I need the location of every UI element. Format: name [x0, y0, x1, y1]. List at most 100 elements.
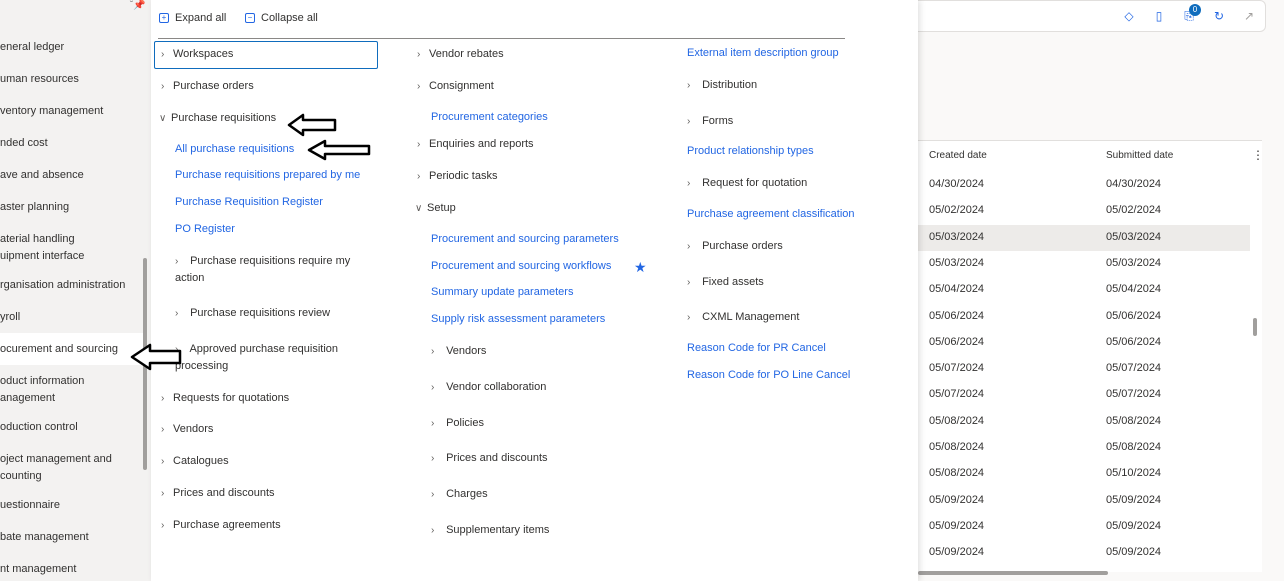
table-row[interactable]: 05/08/2024 05/08/2024	[918, 435, 1250, 461]
menu-link-procurement-parameters[interactable]: Procurement and sourcing parameters	[431, 231, 619, 248]
menu-link-agreement-classification[interactable]: Purchase agreement classification	[687, 206, 855, 223]
table-row[interactable]: 04/30/2024 04/30/2024	[918, 172, 1250, 198]
menu-label: Enquiries and reports	[429, 138, 534, 150]
menu-group-purchase-orders[interactable]: › Purchase orders	[161, 78, 254, 95]
table-row[interactable]: 05/08/2024 05/10/2024	[918, 461, 1250, 487]
menu-group-supplementary-items[interactable]: › Supplementary items	[431, 522, 549, 539]
menu-group-prices-discounts[interactable]: › Prices and discounts	[161, 485, 275, 502]
nav-item-inventory-management[interactable]: ventory management	[0, 103, 140, 120]
table-row[interactable]: 05/03/2024 05/03/2024	[918, 224, 1250, 251]
table-row[interactable]: 05/02/2024 05/02/2024	[918, 198, 1250, 224]
diamond-icon[interactable]: ◇	[1122, 9, 1136, 23]
menu-link-po-register[interactable]: PO Register	[175, 221, 235, 238]
menu-label: Setup	[427, 202, 456, 214]
menu-link-external-item-description[interactable]: External item description group	[687, 45, 839, 62]
menu-group-request-for-quotation[interactable]: › Request for quotation	[687, 175, 807, 192]
collapse-all-label: Collapse all	[261, 12, 318, 24]
menu-link-procurement-workflows[interactable]: Procurement and sourcing workflows	[431, 258, 611, 275]
nav-item-leave-and-absence[interactable]: ave and absence	[0, 167, 140, 184]
nav-item-material-handling[interactable]: aterial handling uipment interface	[0, 231, 140, 265]
menu-group-setup-prices-discounts[interactable]: › Prices and discounts	[431, 450, 548, 467]
menu-link-reason-po-line-cancel[interactable]: Reason Code for PO Line Cancel	[687, 367, 850, 384]
book-icon[interactable]: ▯	[1152, 9, 1166, 23]
open-new-icon[interactable]: ↗	[1242, 9, 1256, 23]
menu-group-charges[interactable]: › Charges	[431, 486, 488, 503]
menu-group-vendor-collaboration[interactable]: › Vendor collaboration	[431, 379, 546, 396]
menu-group-vendor-rebates[interactable]: › Vendor rebates	[417, 46, 504, 63]
submitted-date-cell: 05/07/2024	[1106, 388, 1162, 401]
menu-link-procurement-categories[interactable]: Procurement categories	[431, 109, 548, 126]
table-row[interactable]: 05/07/2024 05/07/2024	[918, 382, 1250, 408]
menu-group-vendors[interactable]: › Vendors	[161, 421, 213, 438]
table-row[interactable]: 05/08/2024 05/08/2024	[918, 409, 1250, 435]
menu-group-workspaces[interactable]: › Workspaces	[161, 46, 233, 63]
created-date-cell: 05/07/2024	[929, 362, 985, 375]
menu-group-purchase-requisitions[interactable]: ∨ Purchase requisitions	[159, 110, 276, 127]
submitted-date-cell: 05/10/2024	[1106, 467, 1162, 480]
nav-item-general-ledger[interactable]: eneral ledger	[0, 39, 140, 56]
grid-vertical-scrollbar[interactable]	[1253, 318, 1257, 336]
table-row[interactable]: 05/09/2024 05/09/2024	[918, 514, 1250, 540]
menu-group-policies[interactable]: › Policies	[431, 415, 484, 432]
menu-label: Policies	[446, 417, 484, 429]
expand-all-button[interactable]: + Expand all	[159, 12, 226, 24]
nav-item-human-resources[interactable]: uman resources	[0, 71, 140, 88]
nav-item-payroll[interactable]: yroll	[0, 309, 140, 326]
menu-group-rfq[interactable]: › Requests for quotations	[161, 390, 289, 407]
menu-link-requisition-register[interactable]: Purchase Requisition Register	[175, 194, 323, 211]
nav-item-rent-management[interactable]: nt management	[0, 561, 140, 578]
menu-group-fixed-assets[interactable]: › Fixed assets	[687, 274, 764, 291]
menu-group-periodic-tasks[interactable]: › Periodic tasks	[417, 168, 497, 185]
created-date-cell: 05/03/2024	[929, 256, 985, 269]
menu-link-prepared-by-me[interactable]: Purchase requisitions prepared by me	[175, 167, 360, 184]
collapse-all-button[interactable]: − Collapse all	[245, 12, 318, 24]
more-options-icon[interactable]: ⋮	[1252, 148, 1264, 162]
created-date-cell: 05/06/2024	[929, 335, 985, 348]
table-row[interactable]: 05/07/2024 05/07/2024	[918, 356, 1250, 382]
menu-group-catalogues[interactable]: › Catalogues	[161, 453, 229, 470]
chevron-right-icon: ›	[161, 81, 165, 92]
menu-group-consignment[interactable]: › Consignment	[417, 78, 494, 95]
favorite-star-icon[interactable]: ★	[634, 259, 647, 276]
column-header-created-date[interactable]: Created date	[929, 150, 987, 161]
menu-group-approved-processing[interactable]: › Approved purchase requisition processi…	[175, 341, 365, 375]
menu-group-distribution[interactable]: › Distribution	[687, 77, 757, 94]
column-header-submitted-date[interactable]: Submitted date	[1106, 150, 1173, 161]
menu-group-requisitions-review[interactable]: › Purchase requisitions review	[175, 305, 330, 322]
menu-group-require-my-action[interactable]: › Purchase requisitions require my actio…	[175, 253, 365, 287]
menu-group-enquiries-reports[interactable]: › Enquiries and reports	[417, 136, 534, 153]
nav-item-project-management[interactable]: oject management and counting	[0, 451, 140, 485]
menu-link-reason-pr-cancel[interactable]: Reason Code for PR Cancel	[687, 340, 826, 357]
chevron-right-icon: ›	[431, 382, 435, 393]
menu-group-setup[interactable]: ∨ Setup	[415, 200, 456, 217]
nav-item-rebate-management[interactable]: bate management	[0, 529, 140, 546]
menu-group-cxml-management[interactable]: › CXML Management	[687, 309, 799, 326]
table-row[interactable]: 05/04/2024 05/04/2024	[918, 277, 1250, 303]
submitted-date-cell: 04/30/2024	[1106, 178, 1162, 190]
table-row[interactable]: 05/06/2024 05/06/2024	[918, 330, 1250, 356]
nav-item-production-control[interactable]: oduction control	[0, 419, 140, 436]
menu-link-summary-update-parameters[interactable]: Summary update parameters	[431, 284, 573, 301]
menu-link-supply-risk-parameters[interactable]: Supply risk assessment parameters	[431, 311, 605, 328]
menu-group-purchase-agreements[interactable]: › Purchase agreements	[161, 517, 281, 534]
nav-item-organisation-administration[interactable]: rganisation administration	[0, 277, 140, 294]
menu-group-forms[interactable]: › Forms	[687, 113, 733, 130]
nav-item-master-planning[interactable]: aster planning	[0, 199, 140, 216]
table-row[interactable]: 05/06/2024 05/06/2024	[918, 304, 1250, 330]
menu-group-setup-vendors[interactable]: › Vendors	[431, 343, 486, 360]
pin-icon[interactable]: ˘📌	[130, 0, 146, 11]
refresh-icon[interactable]: ↻	[1212, 9, 1226, 23]
table-row[interactable]: 05/09/2024 05/09/2024	[918, 488, 1250, 514]
menu-group-setup-purchase-orders[interactable]: › Purchase orders	[687, 238, 783, 255]
chevron-right-icon: ›	[431, 525, 435, 536]
menu-link-product-relationship-types[interactable]: Product relationship types	[687, 143, 814, 160]
nav-item-product-information-management[interactable]: oduct information anagement	[0, 373, 140, 407]
table-row[interactable]: 05/09/2024 05/09/2024	[918, 540, 1250, 566]
nav-item-questionnaire[interactable]: uestionnaire	[0, 497, 140, 514]
grid-horizontal-scrollbar[interactable]	[918, 571, 1108, 575]
nav-item-landed-cost[interactable]: nded cost	[0, 135, 140, 152]
nav-item-procurement-and-sourcing[interactable]: ocurement and sourcing	[0, 333, 145, 365]
table-row[interactable]: 05/03/2024 05/03/2024	[918, 251, 1250, 277]
menu-link-all-purchase-requisitions[interactable]: All purchase requisitions	[175, 141, 294, 158]
submitted-date-cell: 05/06/2024	[1106, 309, 1162, 322]
